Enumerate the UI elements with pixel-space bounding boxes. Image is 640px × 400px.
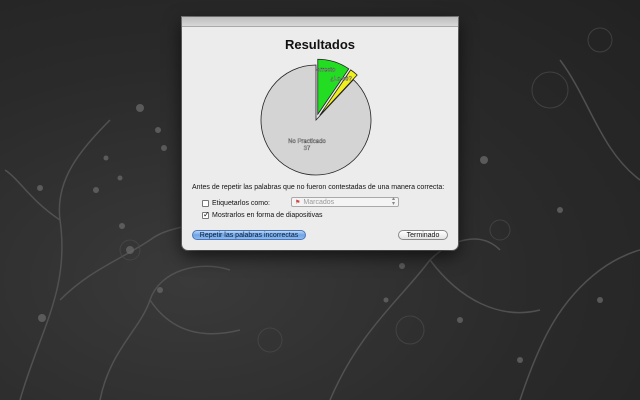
flag-icon: ⚑ (295, 199, 301, 206)
dialog-title: Resultados (284, 37, 356, 52)
repeat-incorrect-button[interactable]: Repetir las palabras incorrectas (192, 230, 306, 240)
tag-select[interactable]: ⚑ Marcados ▴ ▾ (291, 196, 399, 207)
slideshow-checkbox[interactable] (202, 210, 210, 219)
select-arrows-icon: ▴ ▾ (391, 196, 395, 207)
pie-slice-label: No Practicado (288, 139, 326, 145)
tag-checkbox[interactable] (202, 199, 209, 207)
pie-slice (260, 64, 372, 176)
results-dialog: Resultados Correcto ¿Lo sé? No Practicado 3… (182, 17, 458, 250)
slideshow-option-row: Mostrarlos en forma de diapositivas (202, 210, 323, 220)
tag-checkbox-label: Etiquetarlos como: (212, 199, 270, 207)
tag-select-value: Marcados (303, 198, 335, 206)
pie-slice-label: ¿Lo sé? (330, 77, 352, 83)
pie-svg: Correcto¿Lo sé?No Practicado37 (260, 58, 372, 176)
tag-option-row: Etiquetarlos como: ⚑ Marcados ▴ ▾ (202, 196, 399, 208)
pie-slice-value: 37 (304, 146, 311, 152)
slideshow-checkbox-label: Mostrarlos en forma de diapositivas (212, 211, 323, 219)
results-pie-chart: Correcto ¿Lo sé? No Practicado 37 (260, 57, 380, 199)
repeat-prompt: Antes de repetir las palabras que no fue… (192, 184, 445, 191)
done-button[interactable]: Terminado (398, 230, 448, 240)
dialog-titlebar (182, 17, 458, 27)
